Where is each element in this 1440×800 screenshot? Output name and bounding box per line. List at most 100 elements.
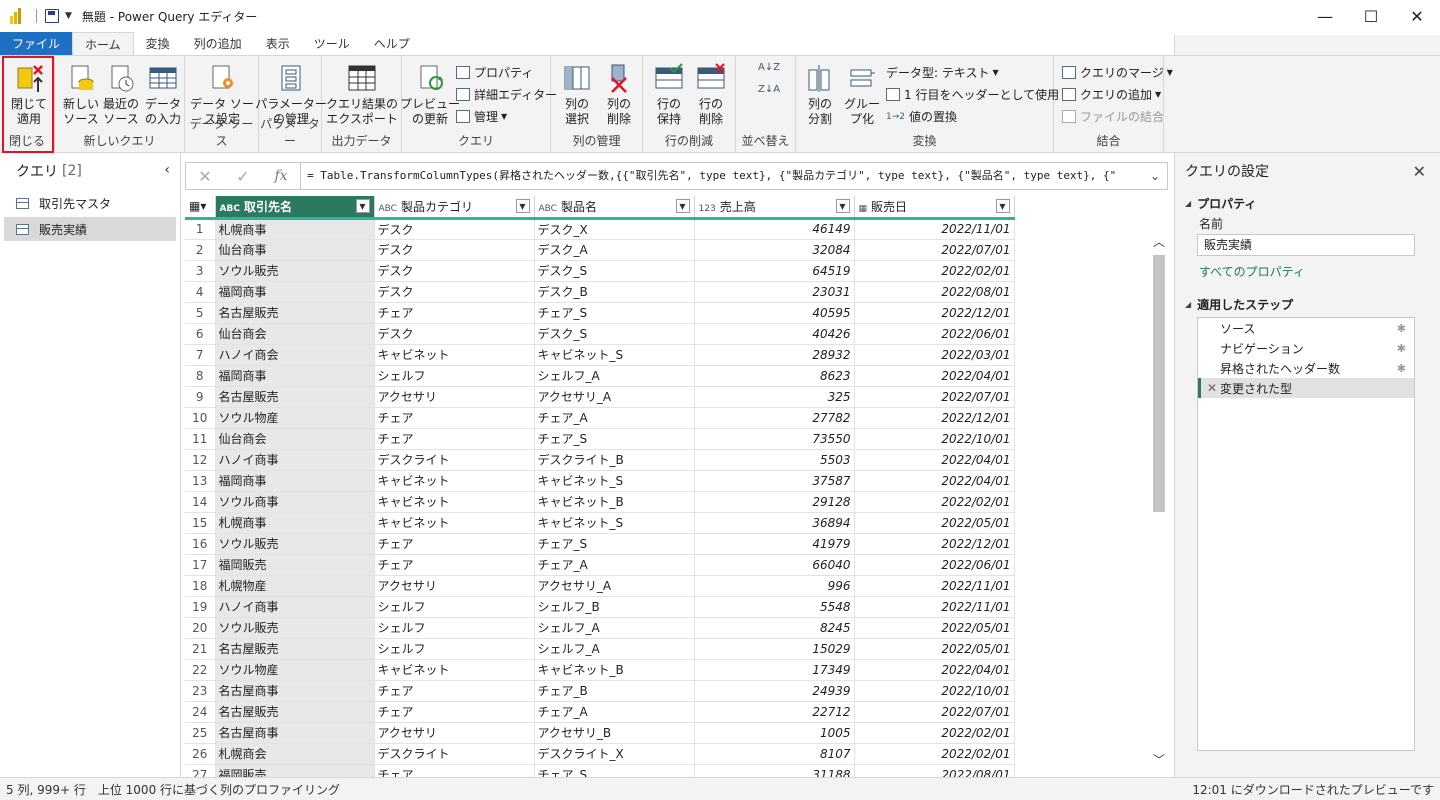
table-cell[interactable]: ソウル物産 (215, 407, 375, 429)
table-row[interactable]: 22 ソウル物産 キャビネット キャビネット_B 17349 2022/04/01 (185, 659, 1015, 681)
table-cell[interactable]: 2022/04/01 (854, 365, 1015, 387)
table-cell[interactable]: キャビネット (374, 470, 535, 492)
table-cell[interactable]: 28932 (694, 344, 855, 366)
table-cell[interactable]: 66040 (694, 554, 855, 576)
table-cell[interactable]: キャビネット_S (534, 344, 695, 366)
table-cell[interactable]: 2022/05/01 (854, 617, 1015, 639)
table-cell[interactable]: 2022/08/01 (854, 281, 1015, 303)
table-cell[interactable]: 2022/05/01 (854, 512, 1015, 534)
table-cell[interactable]: キャビネット (374, 512, 535, 534)
table-row[interactable]: 14 ソウル商事 キャビネット キャビネット_B 29128 2022/02/01 (185, 491, 1015, 513)
applied-steps-section[interactable]: ◢ 適用したステップ (1185, 296, 1293, 313)
table-cell[interactable]: チェア_A (534, 407, 695, 429)
keep-rows-button[interactable]: 行の 保持 (649, 62, 689, 127)
table-cell[interactable]: 福岡商事 (215, 470, 375, 492)
table-row[interactable]: 13 福岡商事 キャビネット キャビネット_S 37587 2022/04/01 (185, 470, 1015, 492)
table-cell[interactable]: 名古屋商事 (215, 680, 375, 702)
table-cell[interactable]: チェア_S (534, 533, 695, 555)
table-row[interactable]: 6 仙台商会 デスク デスク_S 40426 2022/06/01 (185, 323, 1015, 345)
tab-add-column[interactable]: 列の追加 (182, 32, 254, 55)
append-queries-button[interactable]: クエリの追加 ▼ (1062, 86, 1161, 103)
table-cell[interactable]: ソウル物産 (215, 659, 375, 681)
table-cell[interactable]: デスク (374, 260, 535, 282)
table-cell[interactable]: 名古屋販売 (215, 701, 375, 723)
table-cell[interactable]: チェア_B (534, 680, 695, 702)
combine-files-button[interactable]: ファイルの結合 (1062, 108, 1164, 125)
table-cell[interactable]: キャビネット (374, 491, 535, 513)
table-cell[interactable]: アクセサリ_A (534, 386, 695, 408)
query-name-input[interactable]: 販売実績 (1197, 234, 1415, 256)
table-cell[interactable]: 5548 (694, 596, 855, 618)
properties-button[interactable]: プロパティ (456, 64, 533, 81)
table-cell[interactable]: 5503 (694, 449, 855, 471)
table-cell[interactable]: 40426 (694, 323, 855, 345)
table-cell[interactable]: 2022/02/01 (854, 260, 1015, 282)
table-cell[interactable]: チェア (374, 533, 535, 555)
column-header[interactable]: 123 売上高 ▼ (694, 196, 855, 220)
table-row[interactable]: 12 ハノイ商事 デスクライト デスクライト_B 5503 2022/04/01 (185, 449, 1015, 471)
table-cell[interactable]: 2022/03/01 (854, 344, 1015, 366)
table-cell[interactable]: 22712 (694, 701, 855, 723)
step-item[interactable]: ソース ✱ (1198, 318, 1414, 338)
table-cell[interactable]: デスク (374, 218, 535, 240)
data-type-dropdown[interactable]: データ型: テキスト ▼ (886, 64, 999, 81)
table-cell[interactable]: 2022/12/01 (854, 302, 1015, 324)
table-cell[interactable]: 2022/02/01 (854, 722, 1015, 744)
advanced-editor-button[interactable]: 詳細エディター (456, 86, 557, 103)
table-cell[interactable]: 福岡商事 (215, 365, 375, 387)
table-cell[interactable]: チェア_S (534, 764, 695, 777)
table-cell[interactable]: 名古屋販売 (215, 302, 375, 324)
table-cell[interactable]: 2022/11/01 (854, 575, 1015, 597)
table-cell[interactable]: 2022/05/01 (854, 638, 1015, 660)
table-cell[interactable]: ソウル商事 (215, 491, 375, 513)
quick-access-dropdown-icon[interactable]: ▼ (65, 11, 72, 21)
table-row[interactable]: 7 ハノイ商会 キャビネット キャビネット_S 28932 2022/03/01 (185, 344, 1015, 366)
table-cell[interactable]: 福岡商事 (215, 281, 375, 303)
minimize-button[interactable]: — (1302, 0, 1348, 32)
table-row[interactable]: 5 名古屋販売 チェア チェア_S 40595 2022/12/01 (185, 302, 1015, 324)
table-cell[interactable]: 8107 (694, 743, 855, 765)
table-row[interactable]: 15 札幌商事 キャビネット キャビネット_S 36894 2022/05/01 (185, 512, 1015, 534)
table-cell[interactable]: キャビネット_B (534, 659, 695, 681)
table-cell[interactable]: チェア (374, 764, 535, 777)
tab-help[interactable]: ヘルプ (362, 32, 422, 55)
table-cell[interactable]: 31188 (694, 764, 855, 777)
table-cell[interactable]: シェルフ (374, 638, 535, 660)
expand-formula-icon[interactable]: ⌄ (1143, 169, 1167, 183)
table-row[interactable]: 23 名古屋商事 チェア チェア_B 24939 2022/10/01 (185, 680, 1015, 702)
table-cell[interactable]: 73550 (694, 428, 855, 450)
table-cell[interactable]: シェルフ_A (534, 638, 695, 660)
table-cell[interactable]: デスクライト_B (534, 449, 695, 471)
table-cell[interactable]: チェア (374, 407, 535, 429)
table-cell[interactable]: 2022/07/01 (854, 386, 1015, 408)
table-cell[interactable]: 仙台商会 (215, 428, 375, 450)
table-cell[interactable]: 2022/04/01 (854, 659, 1015, 681)
table-cell[interactable]: アクセサリ (374, 386, 535, 408)
table-cell[interactable]: チェア_S (534, 302, 695, 324)
table-row[interactable]: 24 名古屋販売 チェア チェア_A 22712 2022/07/01 (185, 701, 1015, 723)
table-cell[interactable]: チェア_A (534, 701, 695, 723)
sort-ascending-icon[interactable]: A↓Z (758, 62, 780, 73)
table-row[interactable]: 17 福岡販売 チェア チェア_A 66040 2022/06/01 (185, 554, 1015, 576)
table-row[interactable]: 26 札幌商会 デスクライト デスクライト_X 8107 2022/02/01 (185, 743, 1015, 765)
tab-view[interactable]: 表示 (254, 32, 302, 55)
table-cell[interactable]: ソウル販売 (215, 533, 375, 555)
table-cell[interactable]: デスク_A (534, 239, 695, 261)
check-icon[interactable]: ✓ (224, 163, 262, 189)
table-cell[interactable]: ソウル販売 (215, 617, 375, 639)
export-query-results-button[interactable]: クエリ結果の エクスポート (326, 62, 398, 127)
column-header[interactable]: ABC 取引先名 ▼ (215, 196, 375, 220)
collapse-pane-icon[interactable]: ‹ (164, 162, 170, 178)
query-item[interactable]: 取引先マスタ (4, 191, 176, 215)
table-cell[interactable]: キャビネット_S (534, 512, 695, 534)
cancel-icon[interactable]: ✕ (186, 163, 224, 189)
table-row[interactable]: 11 仙台商会 チェア チェア_S 73550 2022/10/01 (185, 428, 1015, 450)
table-cell[interactable]: ソウル販売 (215, 260, 375, 282)
save-icon[interactable] (45, 9, 59, 23)
vertical-scrollbar[interactable]: ︿ ﹀ (1151, 233, 1167, 768)
table-cell[interactable]: 札幌商会 (215, 743, 375, 765)
table-cell[interactable]: デスク (374, 239, 535, 261)
table-cell[interactable]: アクセサリ_B (534, 722, 695, 744)
column-header[interactable]: ABC 製品カテゴリ ▼ (374, 196, 535, 220)
table-row[interactable]: 3 ソウル販売 デスク デスク_S 64519 2022/02/01 (185, 260, 1015, 282)
